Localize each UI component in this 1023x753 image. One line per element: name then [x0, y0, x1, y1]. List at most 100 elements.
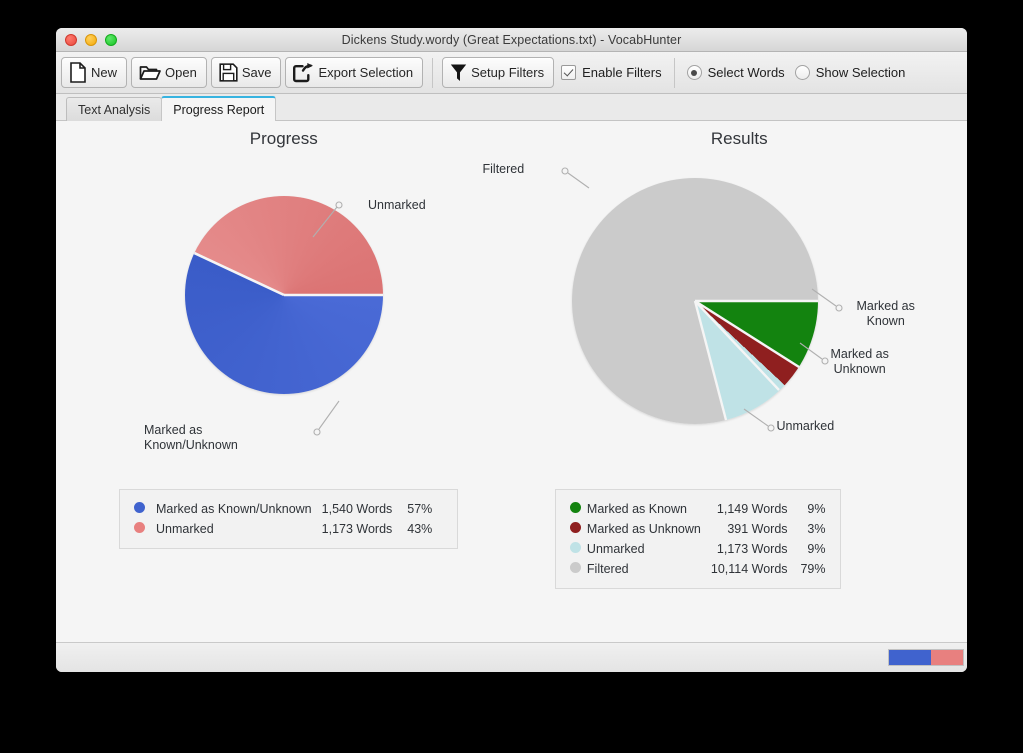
enable-filters-checkbox[interactable]: Enable Filters — [558, 65, 664, 80]
legend-words-cell: 10,114 Words — [710, 562, 788, 576]
results-pie-label-known-line1: Marked as — [856, 299, 915, 313]
results-pie-label-unmarked: Unmarked — [776, 419, 835, 433]
legend-row: Marked as Known 1,149 Words 9% — [569, 499, 826, 519]
legend-percent-cell: 9% — [807, 542, 826, 556]
save-floppy-icon — [219, 63, 238, 82]
open-button[interactable]: Open — [131, 57, 207, 88]
legend-swatch-cell — [134, 499, 156, 519]
tab-bar: Text Analysis Progress Report — [56, 94, 967, 121]
legend-words-cell: 1,149 Words — [716, 502, 788, 516]
progress-segment-unmarked — [931, 650, 963, 665]
setup-filters-label: Setup Filters — [471, 65, 545, 80]
legend-swatch-cell — [569, 559, 587, 579]
tab-text-analysis-label: Text Analysis — [78, 102, 151, 117]
legend-row: Unmarked 1,173 Words 9% — [569, 539, 826, 559]
legend-row: Filtered 10,114 Words 79% — [569, 559, 826, 579]
legend-swatch-cell — [569, 539, 587, 559]
progress-label-leader-marked — [313, 400, 340, 436]
progress-pie-label-marked-line2: Known/Unknown — [144, 438, 238, 452]
legend-name-cell: Marked as Unknown — [586, 522, 701, 536]
checkbox-box-icon — [561, 65, 577, 80]
progress-pie-label-marked: Marked as Known/Unknown — [144, 423, 238, 453]
open-button-label: Open — [165, 65, 197, 80]
new-button-label: New — [91, 65, 118, 80]
progress-pie-chart — [185, 196, 383, 394]
progress-chart-title: Progress — [249, 129, 318, 148]
show-selection-radio[interactable]: Show Selection — [792, 65, 909, 80]
toolbar-separator-1 — [432, 57, 434, 88]
select-words-radio[interactable]: Select Words — [684, 65, 788, 80]
results-chart-panel: Results Filtered Marked as Known Marked … — [483, 121, 968, 642]
legend-row: Unmarked 1,173 Words 43% — [134, 519, 432, 539]
legend-percent-cell: 9% — [807, 502, 826, 516]
legend-words-cell: 1,173 Words — [321, 522, 393, 536]
setup-filters-button[interactable]: Setup Filters — [442, 57, 555, 88]
legend-percent-cell: 57% — [407, 502, 433, 516]
export-selection-button[interactable]: Export Selection — [285, 57, 424, 88]
results-pie-label-known: Marked as Known — [857, 299, 915, 329]
legend-name-cell: Unmarked — [156, 522, 214, 536]
legend-percent-cell: 79% — [800, 562, 826, 576]
legend-row: Marked as Unknown 391 Words 3% — [569, 519, 826, 539]
export-selection-label: Export Selection — [318, 65, 414, 80]
results-chart-title: Results — [710, 129, 768, 148]
legend-color-dot — [569, 542, 581, 553]
results-pie-label-unknown-line2: Unknown — [833, 362, 886, 376]
new-button[interactable]: New — [61, 57, 128, 88]
minimize-button[interactable] — [85, 33, 97, 46]
toolbar: New Open Save Export Selection Setup Fil… — [56, 52, 967, 94]
results-pie-label-known-line2: Known — [866, 314, 905, 328]
results-legend: Marked as Known 1,149 Words 9% Marked as… — [554, 489, 841, 589]
progress-legend: Marked as Known/Unknown 1,540 Words 57% … — [119, 489, 458, 549]
show-selection-label: Show Selection — [815, 65, 906, 80]
export-share-icon — [293, 62, 314, 83]
application-window: Dickens Study.wordy (Great Expectations.… — [56, 28, 967, 672]
legend-name-cell: Unmarked — [586, 542, 645, 556]
progress-legend-table: Marked as Known/Unknown 1,540 Words 57% … — [134, 499, 432, 539]
legend-percent-cell: 43% — [407, 522, 433, 536]
legend-row: Marked as Known/Unknown 1,540 Words 57% — [134, 499, 432, 519]
legend-words-cell: 1,173 Words — [716, 542, 788, 556]
results-pie-label-unknown-line1: Marked as — [830, 347, 889, 361]
status-bar — [56, 643, 967, 672]
progress-pie-body — [185, 196, 383, 394]
legend-percent-cell: 3% — [807, 522, 826, 536]
window-title: Dickens Study.wordy (Great Expectations.… — [341, 32, 682, 47]
new-document-icon — [69, 62, 87, 83]
legend-name-cell: Filtered — [586, 562, 629, 576]
toolbar-separator-2 — [673, 57, 675, 88]
radio-circle-icon — [794, 65, 810, 80]
legend-words-cell: 1,540 Words — [321, 502, 393, 516]
tab-text-analysis[interactable]: Text Analysis — [66, 97, 163, 121]
title-bar: Dickens Study.wordy (Great Expectations.… — [56, 28, 967, 52]
save-button[interactable]: Save — [210, 57, 282, 88]
window-controls — [65, 28, 117, 51]
legend-swatch-cell — [569, 499, 587, 519]
legend-swatch-cell — [134, 519, 156, 539]
radio-circle-icon — [686, 65, 702, 80]
progress-pie-label-marked-line1: Marked as — [144, 423, 203, 437]
selection-progress-bar[interactable] — [888, 649, 964, 666]
results-pie-body — [571, 178, 818, 424]
progress-pie-label-unmarked: Unmarked — [368, 198, 426, 212]
tab-progress-report-label: Progress Report — [173, 102, 265, 117]
select-words-label: Select Words — [707, 65, 785, 80]
enable-filters-label: Enable Filters — [582, 65, 662, 80]
close-button[interactable] — [65, 33, 77, 46]
folder-open-icon — [139, 63, 161, 82]
legend-words-cell: 391 Words — [727, 522, 788, 536]
legend-color-dot — [569, 502, 581, 513]
legend-name-cell: Marked as Known — [586, 502, 687, 516]
legend-swatch-cell — [569, 519, 587, 539]
results-pie-label-unknown: Marked as Unknown — [831, 347, 889, 377]
filter-funnel-icon — [450, 63, 467, 82]
legend-color-dot — [569, 522, 581, 533]
legend-color-dot — [134, 522, 145, 533]
results-pie-chart — [571, 178, 818, 424]
zoom-button[interactable] — [105, 33, 117, 46]
results-pie-label-filtered: Filtered — [482, 162, 525, 176]
legend-color-dot — [134, 502, 145, 513]
tab-progress-report[interactable]: Progress Report — [161, 96, 277, 121]
results-legend-table: Marked as Known 1,149 Words 9% Marked as… — [569, 499, 826, 579]
save-button-label: Save — [241, 65, 272, 80]
